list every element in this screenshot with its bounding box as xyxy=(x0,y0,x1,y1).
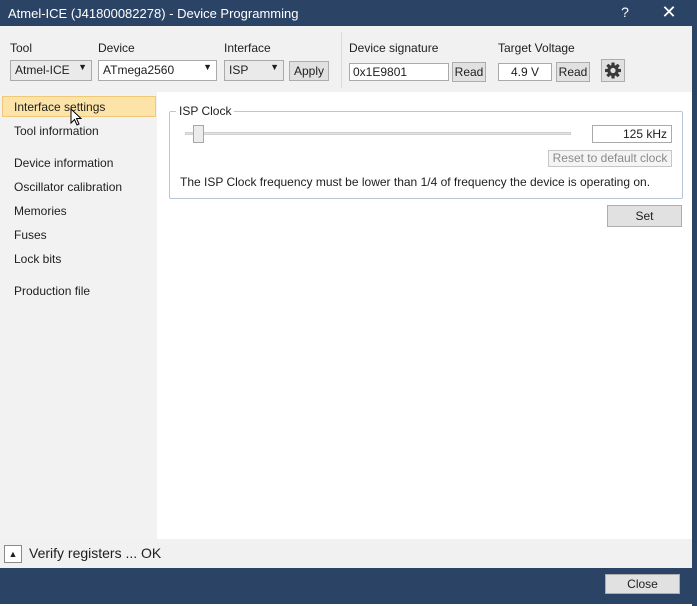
tool-label: Tool xyxy=(10,41,33,55)
sidebar-item-oscillator-calibration[interactable]: Oscillator calibration xyxy=(14,180,122,194)
triangle-up-icon: ▲ xyxy=(8,549,18,559)
sidebar-item-fuses[interactable]: Fuses xyxy=(14,228,47,242)
expand-log-button[interactable]: ▲ xyxy=(4,545,22,563)
sidebar-item-tool-information[interactable]: Tool information xyxy=(14,124,99,138)
tool-select-value: Atmel-ICE xyxy=(15,63,70,77)
sidebar-item-device-information[interactable]: Device information xyxy=(14,156,113,170)
tool-select[interactable]: Atmel-ICE ▼ xyxy=(10,60,92,81)
sidebar-item-memories[interactable]: Memories xyxy=(14,204,67,218)
set-button[interactable]: Set xyxy=(607,205,682,227)
reset-default-clock-button[interactable]: Reset to default clock xyxy=(548,150,672,167)
window-right-edge xyxy=(692,26,697,606)
device-select[interactable]: ATmega2560 ▼ xyxy=(98,60,217,81)
sidebar-item-lock-bits[interactable]: Lock bits xyxy=(14,252,61,266)
gear-icon xyxy=(605,62,621,79)
voltage-field[interactable]: 4.9 V xyxy=(498,63,552,81)
interface-select[interactable]: ISP ▼ xyxy=(224,60,284,81)
close-button[interactable]: Close xyxy=(605,574,680,594)
isp-clock-note: The ISP Clock frequency must be lower th… xyxy=(180,175,651,189)
isp-clock-legend: ISP Clock xyxy=(176,104,235,118)
voltage-read-button[interactable]: Read xyxy=(556,62,590,82)
sidebar-item-interface-settings[interactable]: Interface settings xyxy=(14,100,105,114)
voltage-label: Target Voltage xyxy=(498,41,575,55)
window-title: Atmel-ICE (J41800082278) - Device Progra… xyxy=(8,6,299,21)
interface-label: Interface xyxy=(224,41,271,55)
apply-button[interactable]: Apply xyxy=(289,61,329,81)
chevron-down-icon: ▼ xyxy=(203,62,212,72)
isp-clock-slider-thumb[interactable] xyxy=(193,125,204,143)
chevron-down-icon: ▼ xyxy=(270,62,279,72)
device-label: Device xyxy=(98,41,135,55)
signature-label: Device signature xyxy=(349,41,439,55)
status-text: Verify registers ... OK xyxy=(29,545,162,561)
isp-clock-slider-track[interactable] xyxy=(185,132,571,135)
device-select-value: ATmega2560 xyxy=(103,63,175,77)
window-close-button[interactable]: ✕ xyxy=(659,2,679,22)
settings-button[interactable] xyxy=(601,59,625,82)
signature-read-button[interactable]: Read xyxy=(452,62,486,82)
mouse-cursor-icon xyxy=(70,108,82,126)
sidebar-item-production-file[interactable]: Production file xyxy=(14,284,90,298)
isp-clock-field[interactable]: 125 kHz xyxy=(592,125,672,143)
interface-select-value: ISP xyxy=(229,63,249,77)
bottom-bar xyxy=(0,568,697,604)
signature-field[interactable]: 0x1E9801 xyxy=(349,63,449,81)
chevron-down-icon: ▼ xyxy=(78,62,87,72)
help-button[interactable]: ? xyxy=(616,4,634,22)
